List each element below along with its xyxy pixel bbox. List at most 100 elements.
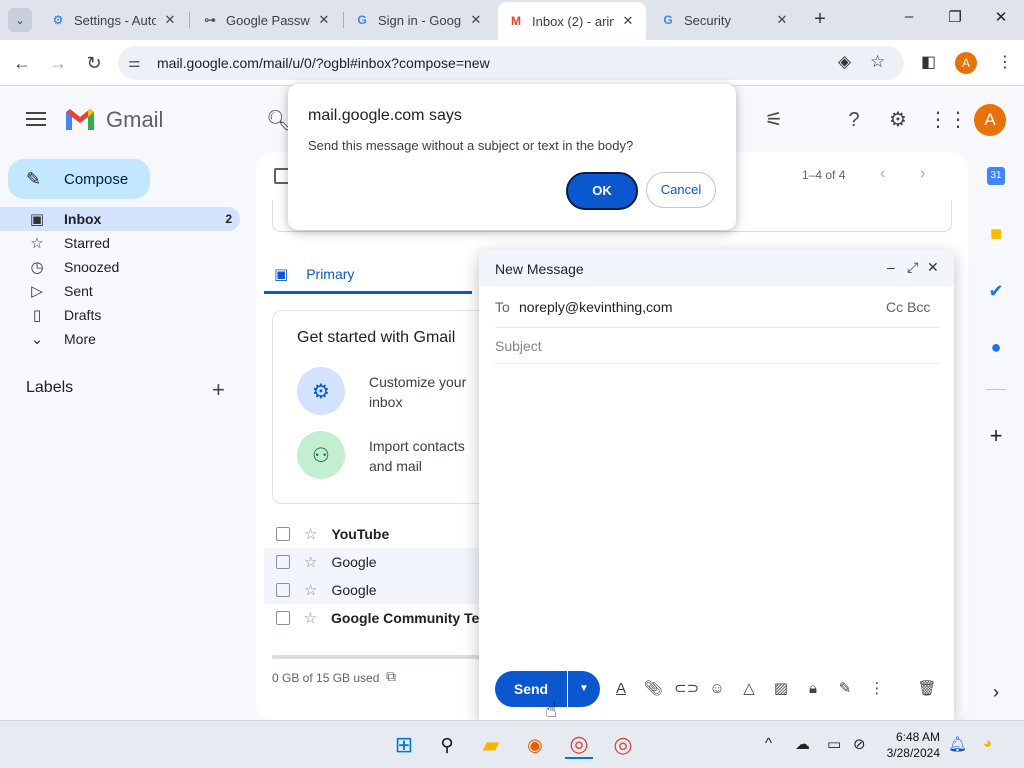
compose-header[interactable]: New Message – ⤢ ✕ bbox=[479, 250, 954, 286]
help-icon[interactable]: ? bbox=[840, 106, 868, 134]
insert-link-icon[interactable]: ⊂⊃ bbox=[674, 678, 699, 700]
url-text[interactable]: mail.google.com/mail/u/0/?ogbl#inbox?com… bbox=[157, 55, 490, 71]
cc-bcc-link[interactable]: Cc Bcc bbox=[886, 299, 930, 315]
add-label-icon[interactable]: + bbox=[212, 377, 225, 403]
profile-avatar[interactable]: A bbox=[955, 52, 977, 74]
add-person-icon[interactable]: ⚇ bbox=[297, 431, 345, 479]
show-hidden-icons[interactable]: ^ bbox=[765, 735, 772, 752]
schedule-send-dropdown-icon[interactable]: ▼ bbox=[568, 671, 600, 707]
insert-photo-icon[interactable]: ▨ bbox=[770, 678, 792, 700]
tab-sign-in[interactable]: G Sign in - Google Accounts ✕ bbox=[344, 4, 494, 36]
tab-security[interactable]: G Security ✕ bbox=[650, 4, 800, 36]
email-row[interactable]: ☆ Google Community Team bbox=[264, 604, 494, 632]
chrome-profile-icon[interactable]: ◎ bbox=[565, 731, 593, 759]
subject-field[interactable]: Subject bbox=[495, 338, 542, 354]
search-filter-icon[interactable]: ⚟ bbox=[760, 106, 788, 134]
reload-icon[interactable]: ↻ bbox=[82, 51, 106, 75]
sidebar-item-snoozed[interactable]: ◷ Snoozed bbox=[0, 255, 240, 279]
email-row[interactable]: ☆ Google bbox=[264, 548, 494, 576]
keep-icon[interactable]: ■ bbox=[984, 222, 1008, 246]
tab-password-manager[interactable]: ⊶ Google Password Manager ✕ bbox=[192, 4, 342, 36]
account-avatar[interactable]: A bbox=[974, 104, 1006, 136]
browser-menu-icon[interactable]: ⋮ bbox=[997, 52, 1013, 72]
sidebar-item-sent[interactable]: ▷ Sent bbox=[0, 279, 240, 303]
chrome-icon[interactable]: ◎ bbox=[609, 731, 637, 759]
customize-inbox-link[interactable]: Customize your inbox bbox=[369, 372, 479, 412]
apps-grid-icon[interactable]: ⋮⋮ bbox=[928, 106, 968, 134]
close-tab-icon[interactable]: ✕ bbox=[316, 12, 332, 28]
sidebar-item-inbox[interactable]: ▣ Inbox 2 bbox=[0, 207, 240, 231]
tab-search-dropdown-icon[interactable]: ⌄ bbox=[8, 8, 32, 32]
prev-page-icon[interactable]: ‹ bbox=[880, 165, 885, 183]
main-menu-icon[interactable] bbox=[24, 108, 48, 132]
expand-panel-icon[interactable]: › bbox=[984, 680, 1008, 704]
signature-icon[interactable]: ✎ bbox=[834, 678, 856, 700]
sidebar-item-drafts[interactable]: ▯ Drafts bbox=[0, 303, 240, 327]
windows-start-icon[interactable]: ⊞ bbox=[390, 731, 418, 759]
bookmark-star-icon[interactable]: ☆ bbox=[870, 52, 885, 72]
more-options-icon[interactable]: ⋮ bbox=[866, 678, 888, 700]
side-panel-icon[interactable]: ◧ bbox=[921, 52, 936, 72]
compose-button[interactable]: ✎ Compose bbox=[8, 159, 150, 199]
close-tab-icon[interactable]: ✕ bbox=[468, 12, 484, 28]
next-page-icon[interactable]: › bbox=[920, 165, 925, 183]
row-checkbox[interactable] bbox=[276, 583, 290, 597]
tab-gmail-inbox[interactable]: M Inbox (2) - arindam ✕ bbox=[498, 2, 646, 40]
drive-icon[interactable]: △ bbox=[738, 678, 760, 700]
add-addon-icon[interactable]: + bbox=[984, 424, 1008, 448]
close-tab-icon[interactable]: ✕ bbox=[774, 12, 790, 28]
tab-settings-autofill[interactable]: ⚙ Settings - Autofill ✕ bbox=[40, 4, 188, 36]
external-link-icon[interactable]: ⧉ bbox=[386, 668, 396, 685]
sidebar-item-starred[interactable]: ☆ Starred bbox=[0, 231, 240, 255]
network-icon[interactable]: ⊘ bbox=[853, 735, 866, 753]
calendar-icon[interactable]: 31 bbox=[987, 167, 1005, 185]
address-bar[interactable]: ⚌ mail.google.com/mail/u/0/?ogbl#inbox?c… bbox=[118, 46, 904, 80]
gear-icon[interactable]: ⚙ bbox=[297, 367, 345, 415]
lens-icon[interactable]: ◈ bbox=[838, 52, 851, 72]
row-checkbox[interactable] bbox=[276, 555, 290, 569]
attach-file-icon[interactable]: 📎︎ bbox=[642, 678, 664, 700]
star-icon[interactable]: ☆ bbox=[304, 581, 317, 599]
email-row[interactable]: ☆ Google bbox=[264, 576, 494, 604]
star-icon[interactable]: ☆ bbox=[304, 553, 317, 571]
contacts-icon[interactable]: ● bbox=[984, 335, 1008, 359]
site-info-icon[interactable]: ⚌ bbox=[128, 54, 141, 71]
restore-icon[interactable]: ❐ bbox=[940, 8, 970, 32]
email-row[interactable]: ☆ YouTube bbox=[264, 520, 494, 548]
tab-primary[interactable]: ▣ Primary bbox=[264, 256, 472, 294]
formatting-options-icon[interactable]: A bbox=[610, 678, 632, 700]
ok-button[interactable]: OK bbox=[566, 172, 638, 210]
sidebar-item-more[interactable]: ⌄ More bbox=[0, 327, 240, 351]
close-window-icon[interactable]: ✕ bbox=[986, 8, 1016, 32]
star-icon[interactable]: ☆ bbox=[304, 609, 317, 627]
import-contacts-link[interactable]: Import contacts and mail bbox=[369, 436, 479, 476]
new-tab-icon[interactable]: + bbox=[808, 8, 832, 32]
back-icon[interactable]: ← bbox=[10, 51, 34, 75]
system-clock[interactable]: 6:48 AM 3/28/2024 bbox=[880, 729, 940, 761]
discard-draft-icon[interactable]: 🗑︎ bbox=[916, 678, 938, 700]
minimize-icon[interactable]: – bbox=[887, 259, 895, 275]
close-tab-icon[interactable]: ✕ bbox=[620, 13, 636, 29]
emoji-icon[interactable]: ☺ bbox=[706, 678, 728, 700]
close-tab-icon[interactable]: ✕ bbox=[162, 12, 178, 28]
star-icon[interactable]: ☆ bbox=[304, 525, 317, 543]
fullscreen-icon[interactable]: ⤢ bbox=[907, 259, 918, 276]
row-checkbox[interactable] bbox=[276, 527, 290, 541]
close-icon[interactable]: ✕ bbox=[927, 259, 939, 276]
cancel-button[interactable]: Cancel bbox=[646, 172, 716, 208]
tasks-icon[interactable]: ✔ bbox=[984, 279, 1008, 303]
confidential-mode-icon[interactable]: 🔒︎ bbox=[802, 678, 824, 700]
display-icon[interactable]: ▭ bbox=[827, 735, 841, 753]
settings-gear-icon[interactable]: ⚙ bbox=[884, 106, 912, 134]
notification-bell-icon[interactable]: 🔔︎ bbox=[948, 735, 967, 753]
widgets-icon[interactable]: ◕ bbox=[983, 735, 992, 752]
file-explorer-icon[interactable]: ▰ bbox=[477, 731, 505, 759]
forward-icon[interactable]: → bbox=[46, 51, 70, 75]
row-checkbox[interactable] bbox=[276, 611, 290, 625]
recipient-field[interactable]: noreply@kevinthing,com bbox=[519, 299, 673, 315]
cloud-icon[interactable]: ☁ bbox=[795, 735, 810, 753]
gmail-logo-icon[interactable] bbox=[64, 106, 96, 132]
firefox-icon[interactable]: ◉ bbox=[521, 731, 549, 759]
search-icon[interactable]: ⚲ bbox=[433, 731, 461, 759]
minimize-icon[interactable]: – bbox=[894, 8, 924, 32]
